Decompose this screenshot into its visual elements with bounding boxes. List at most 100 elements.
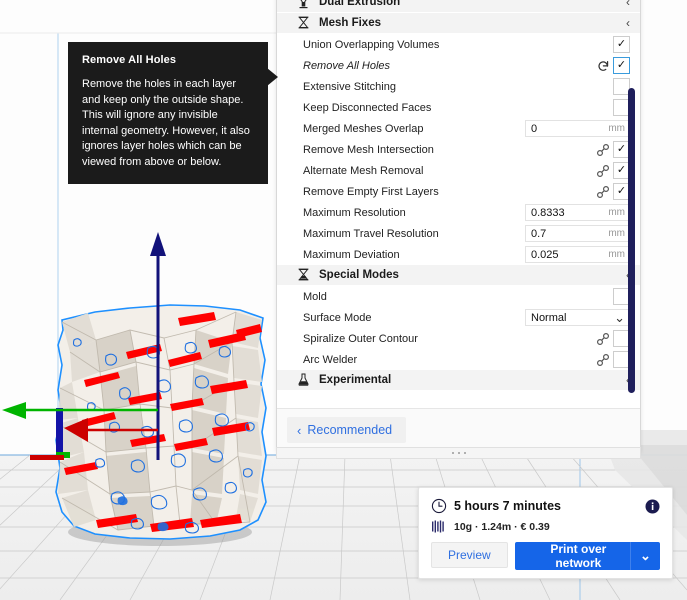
tooltip-body: Remove the holes in each layer and keep … [82,78,250,168]
cura-application-window: Remove All Holes Remove the holes in eac… [0,0,687,600]
setting-row[interactable]: Mold [277,286,640,307]
setting-value: 0.8333 [531,206,565,219]
print-over-network-button[interactable]: Print over network ⌄ [514,542,660,570]
setting-label: Spiralize Outer Contour [303,332,418,345]
chevron-down-icon[interactable]: ⌄ [630,542,660,570]
tooltip-pointer-arrow [267,68,278,86]
print-time-row: 5 hours 7 minutes [431,498,660,514]
setting-value-input[interactable]: 0.7 mm [525,225,630,242]
setting-dropdown-value: Normal [531,311,567,324]
setting-label: Alternate Mesh Removal [303,164,424,177]
settings-scrollbar-thumb[interactable] [628,88,635,393]
recommended-mode-button[interactable]: ‹ Recommended [287,417,407,443]
x-axis-arrow [64,418,88,442]
setting-row[interactable]: Spiralize Outer Contour [277,328,640,349]
setting-row[interactable]: Remove Mesh Intersection ✓ [277,139,640,160]
setting-label: Remove Mesh Intersection [303,143,434,156]
recommended-label: Recommended [307,423,393,437]
setting-row[interactable]: Maximum Deviation 0.025 mm [277,244,640,265]
material-usage-text: 10g · 1.24m · € 0.39 [454,520,550,533]
setting-row[interactable]: Maximum Travel Resolution 0.7 mm [277,223,640,244]
category-header-special-modes[interactable]: Special Modes ‹ [277,265,640,286]
category-label: Mesh Fixes [319,17,381,29]
material-spool-icon [431,520,447,533]
setting-value-input[interactable]: 0.025 mm [525,246,630,263]
setting-value: 0.025 [531,248,559,261]
setting-row[interactable]: Merged Meshes Overlap 0 mm [277,118,640,139]
chevron-down-icon: ⌄ [614,309,625,325]
mesh-fixes-settings-group: Union Overlapping Volumes ✓ Remove All Hol… [277,34,640,265]
grip-dot [463,452,466,454]
setting-row[interactable]: Remove Empty First Layers ✓ [277,181,640,202]
setting-row[interactable]: Maximum Resolution 0.8333 mm [277,202,640,223]
special-modes-icon [295,267,311,283]
settings-scrollbar[interactable] [628,88,636,393]
print-time-text: 5 hours 7 minutes [454,499,561,513]
setting-checkbox[interactable]: ✓ [613,36,630,53]
category-header-experimental[interactable]: Experimental ‹ [277,370,640,391]
category-header-dual-extrusion[interactable]: Dual Extrusion ‹ [277,0,640,13]
check-icon: ✓ [616,185,627,197]
z-axis-arrow [150,232,166,256]
print-actions-row: Preview Print over network ⌄ [431,542,660,570]
category-header-mesh-fixes[interactable]: Mesh Fixes ‹ [277,13,640,34]
setting-label: Extensive Stitching [303,80,396,93]
setting-label: Maximum Resolution [303,206,406,219]
category-label: Dual Extrusion [319,0,401,8]
setting-unit: mm [608,228,625,239]
settings-list: Dual Extrusion ‹ Mesh Fixes ‹ Union Over… [277,0,640,391]
settings-panel-footer: ‹ Recommended [277,408,640,451]
setting-row[interactable]: Extensive Stitching [277,76,640,97]
setting-unit: mm [608,249,625,260]
check-icon: ✓ [616,38,627,50]
linked-setting-icon [595,353,611,367]
category-label: Special Modes [319,269,399,281]
print-settings-panel: Dual Extrusion ‹ Mesh Fixes ‹ Union Over… [276,0,641,452]
setting-label: Maximum Deviation [303,248,400,261]
z-axis-base [56,408,63,458]
settings-scroll-area[interactable]: Dual Extrusion ‹ Mesh Fixes ‹ Union Over… [277,0,640,408]
info-icon[interactable] [645,499,660,514]
setting-value-input[interactable]: 0 mm [525,120,630,137]
setting-row[interactable]: Arc Welder [277,349,640,370]
check-icon: ✓ [616,164,627,176]
setting-row[interactable]: Alternate Mesh Removal ✓ [277,160,640,181]
panel-resize-grip[interactable] [276,447,641,459]
setting-unit: mm [608,123,625,134]
setting-label: Arc Welder [303,353,358,366]
setting-dropdown[interactable]: Normal ⌄ [525,309,630,326]
experimental-icon [295,372,311,388]
clock-icon [431,498,447,514]
category-label: Experimental [319,374,392,386]
setting-row[interactable]: Remove All Holes ✓ [277,55,640,76]
setting-row[interactable]: Surface Mode Normal ⌄ [277,307,640,328]
revert-to-default-icon[interactable] [595,59,611,72]
setting-label: Remove Empty First Layers [303,185,439,198]
dual-extrusion-icon [295,0,311,10]
setting-row[interactable]: Union Overlapping Volumes ✓ [277,34,640,55]
setting-tooltip: Remove All Holes Remove the holes in eac… [68,42,278,184]
setting-row[interactable]: Keep Disconnected Faces [277,97,640,118]
setting-label: Surface Mode [303,311,372,324]
check-icon: ✓ [616,143,627,155]
setting-value-input[interactable]: 0.8333 mm [525,204,630,221]
setting-value: 0.7 [531,227,547,240]
mesh-fixes-icon [295,15,311,31]
setting-label: Merged Meshes Overlap [303,122,424,135]
setting-label: Maximum Travel Resolution [303,227,439,240]
print-button-label: Print over network [550,542,607,570]
linked-setting-icon [595,143,611,157]
tooltip-title: Remove All Holes [82,54,177,66]
y-axis-arrow [2,402,26,419]
linked-setting-icon [595,185,611,199]
grip-dot [451,452,454,454]
linked-setting-icon [595,332,611,346]
material-usage-row: 10g · 1.24m · € 0.39 [431,520,660,533]
setting-label: Mold [303,290,327,303]
preview-button[interactable]: Preview [431,542,508,568]
chevron-left-icon[interactable]: ‹ [626,17,630,29]
setting-checkbox[interactable]: ✓ [613,57,630,74]
chevron-left-icon[interactable]: ‹ [626,0,630,8]
setting-value: 0 [531,122,538,135]
xyz-axis-indicator [2,232,166,460]
